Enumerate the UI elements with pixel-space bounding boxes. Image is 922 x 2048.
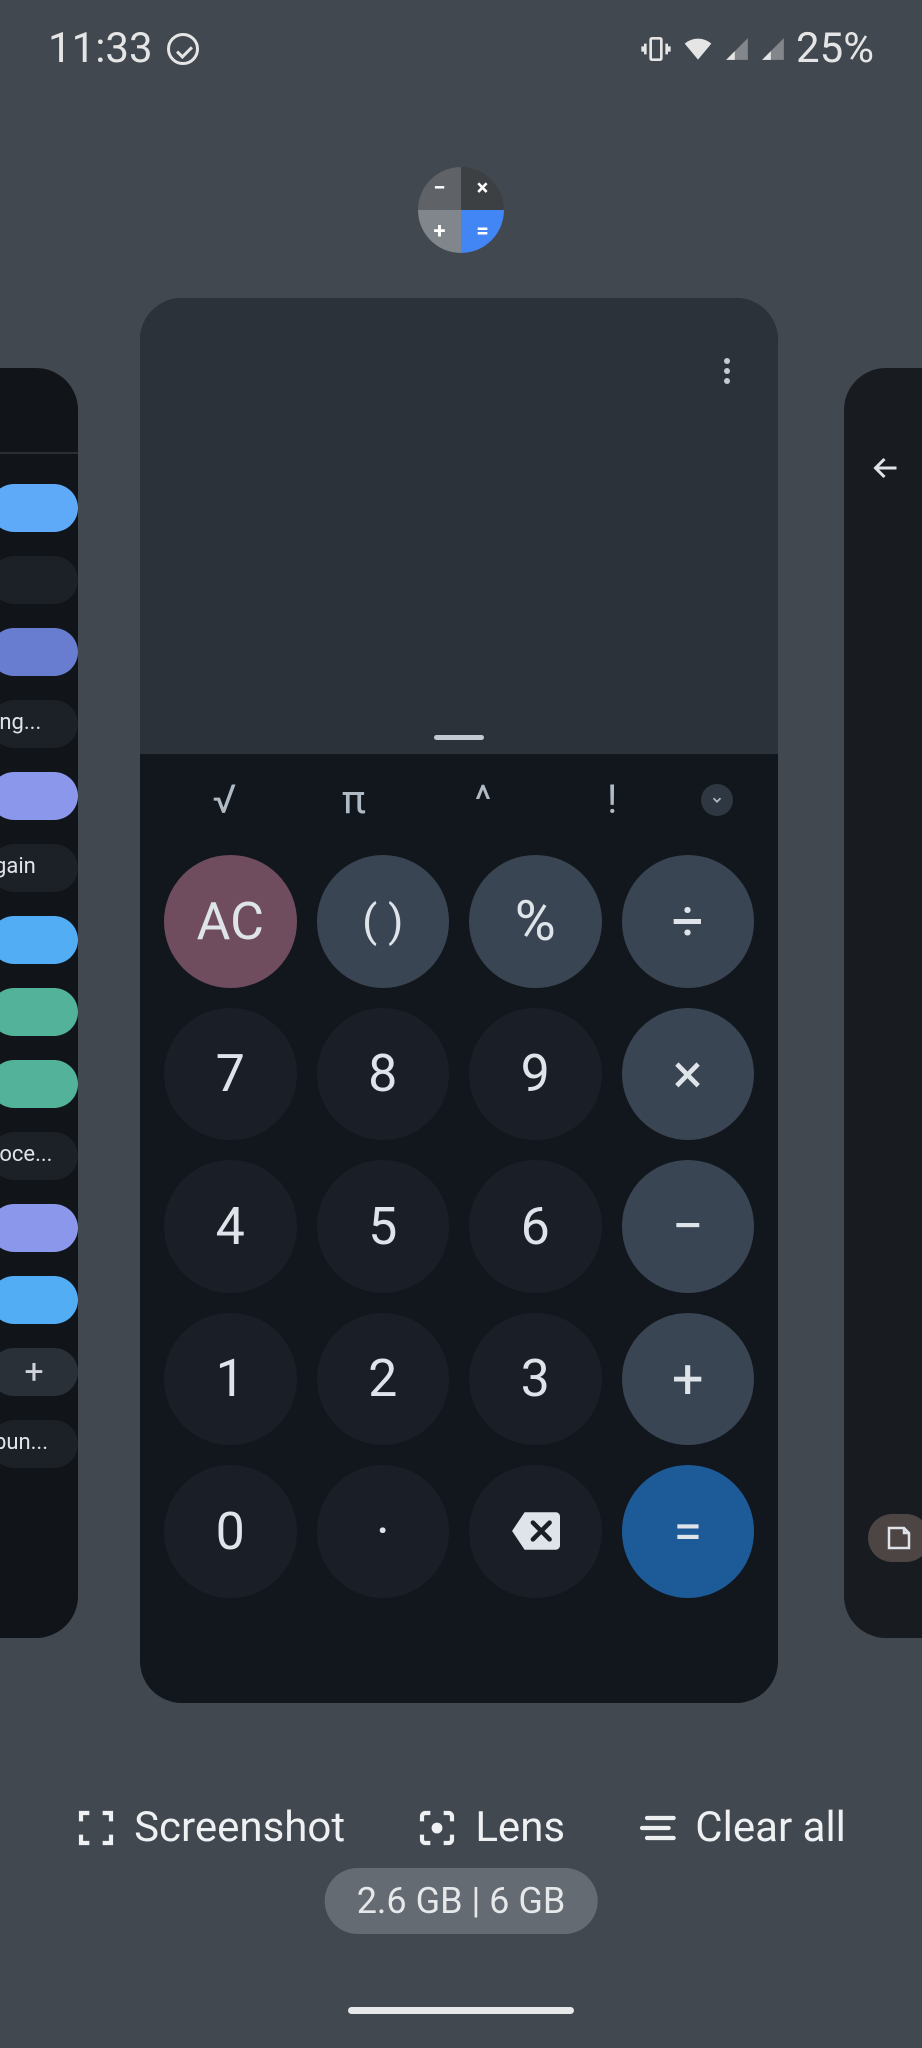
wifi-icon (682, 33, 714, 65)
digit-0-button[interactable]: 0 (164, 1465, 297, 1598)
plus-button[interactable]: + (622, 1313, 755, 1446)
vibrate-icon (640, 33, 672, 65)
more-options-icon[interactable] (724, 358, 730, 384)
back-button[interactable] (868, 450, 904, 490)
list-item: bun... (0, 1420, 78, 1468)
digit-7-button[interactable]: 7 (164, 1008, 297, 1141)
digit-6-button[interactable]: 6 (469, 1160, 602, 1293)
calculator-display (140, 298, 778, 754)
expand-functions-button[interactable] (701, 784, 733, 816)
chevron-down-icon (710, 793, 724, 807)
equals-button[interactable]: = (622, 1465, 755, 1598)
list-item: ing... (0, 700, 78, 748)
add-icon: + (0, 1348, 78, 1396)
status-bar: 11:33 25% (0, 0, 922, 97)
factorial-button[interactable]: ! (572, 776, 652, 823)
percent-button[interactable]: % (469, 855, 602, 988)
recent-app-card-right[interactable] (844, 368, 922, 1638)
list-item: loce... (0, 1132, 78, 1180)
clear-all-icon (637, 1808, 677, 1848)
arrow-left-icon (868, 450, 904, 486)
status-right: 25% (640, 24, 874, 73)
battery-text: 25% (796, 24, 874, 73)
ac-button[interactable]: AC (164, 855, 297, 988)
digit-3-button[interactable]: 3 (469, 1313, 602, 1446)
digit-4-button[interactable]: 4 (164, 1160, 297, 1293)
calculator-app-icon[interactable]: −×+= (418, 167, 504, 253)
digit-5-button[interactable]: 5 (317, 1160, 450, 1293)
backspace-button[interactable] (469, 1465, 602, 1598)
lens-label: Lens (475, 1803, 565, 1852)
screenshot-label: Screenshot (134, 1803, 345, 1852)
screenshot-icon (76, 1808, 116, 1848)
backspace-icon (510, 1506, 560, 1556)
sticker-button[interactable] (868, 1514, 922, 1562)
power-button[interactable]: ^ (443, 776, 523, 823)
list-item: gain (0, 844, 78, 892)
multiply-button[interactable]: × (622, 1008, 755, 1141)
clear-all-button[interactable]: Clear all (637, 1803, 846, 1852)
digit-2-button[interactable]: 2 (317, 1313, 450, 1446)
recent-app-card-left[interactable]: J ing... gain loce... + bun... (0, 368, 78, 1638)
lens-button[interactable]: Lens (417, 1803, 565, 1852)
minus-button[interactable]: − (622, 1160, 755, 1293)
divide-button[interactable]: ÷ (622, 855, 755, 988)
tasker-icon (167, 33, 199, 65)
recent-app-card-calculator[interactable]: √ π ^ ! AC ( ) % ÷ 7 8 9 × 4 5 6 − 1 2 3… (140, 298, 778, 1703)
decimal-button[interactable]: · (317, 1465, 450, 1598)
status-time: 11:33 (48, 24, 153, 73)
digit-8-button[interactable]: 8 (317, 1008, 450, 1141)
signal-1-icon (724, 36, 750, 62)
lens-icon (417, 1808, 457, 1848)
pi-button[interactable]: π (314, 776, 394, 823)
signal-2-icon (760, 36, 786, 62)
screenshot-button[interactable]: Screenshot (76, 1803, 345, 1852)
clear-all-label: Clear all (695, 1803, 846, 1852)
parentheses-button[interactable]: ( ) (317, 855, 450, 988)
memory-usage-badge: 2.6 GB | 6 GB (325, 1868, 598, 1934)
sqrt-button[interactable]: √ (185, 776, 265, 823)
sticker-icon (884, 1523, 914, 1553)
digit-1-button[interactable]: 1 (164, 1313, 297, 1446)
digit-9-button[interactable]: 9 (469, 1008, 602, 1141)
navigation-handle[interactable] (348, 2007, 574, 2014)
display-handle[interactable] (434, 735, 484, 740)
